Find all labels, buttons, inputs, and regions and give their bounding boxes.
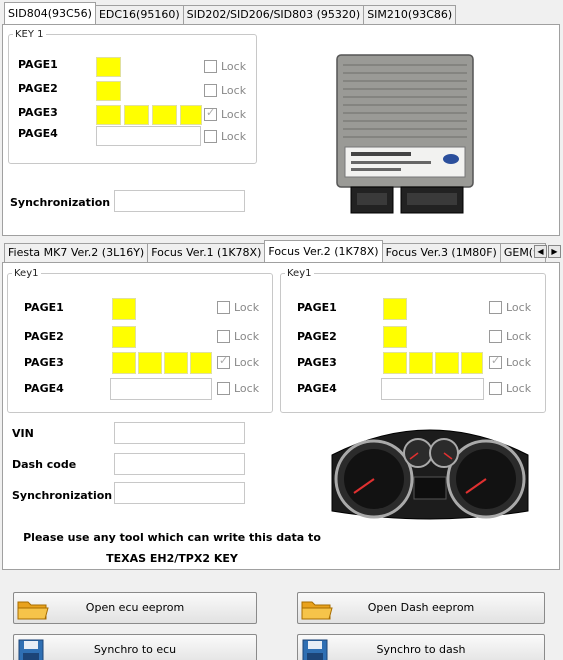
tab-scroll-left-icon[interactable]: ◀ xyxy=(534,245,547,258)
sync-field[interactable] xyxy=(114,190,245,212)
left-page1-byte[interactable] xyxy=(112,298,136,320)
left-page4-label: PAGE4 xyxy=(24,382,64,395)
left-page4-lock-checkbox[interactable] xyxy=(217,382,230,395)
right-page2-lock-checkbox[interactable] xyxy=(489,330,502,343)
dashboard-cluster-image xyxy=(331,429,529,520)
sync-field-2[interactable] xyxy=(114,482,245,504)
page3-label: PAGE3 xyxy=(18,106,58,119)
tab-sim210[interactable]: SIM210(93C86) xyxy=(363,5,457,24)
group-title: KEY 1 xyxy=(15,29,44,40)
open-dash-eeprom-label: Open Dash eeprom xyxy=(367,601,475,614)
tab-focus-v3[interactable]: Focus Ver.3 (1M80F) xyxy=(381,243,501,262)
page4-label: PAGE4 xyxy=(18,127,58,140)
page3-byte-3[interactable] xyxy=(152,105,177,125)
page3-byte-1[interactable] xyxy=(96,105,121,125)
right-page2-lock-label: Lock xyxy=(506,330,532,343)
page3-lock-checkbox[interactable] xyxy=(204,106,217,121)
left-page2-byte[interactable] xyxy=(112,326,136,348)
right-page4-lock-checkbox[interactable] xyxy=(489,382,502,395)
left-page1-lock-label: Lock xyxy=(234,301,260,314)
left-page3-byte-2[interactable] xyxy=(138,352,162,374)
left-page3-byte-4[interactable] xyxy=(190,352,212,374)
left-page3-lock-checkbox[interactable] xyxy=(217,354,230,369)
group-title-right: Key1 xyxy=(287,268,312,279)
right-page1-lock-label: Lock xyxy=(506,301,532,314)
left-page4-field[interactable] xyxy=(110,378,212,400)
left-page2-lock-label: Lock xyxy=(234,330,260,343)
right-page1-lock-checkbox[interactable] xyxy=(489,301,502,314)
page3-byte-4[interactable] xyxy=(180,105,202,125)
left-page4-lock-label: Lock xyxy=(234,382,260,395)
right-page2-label: PAGE2 xyxy=(297,330,337,343)
synchro-to-dash-button[interactable]: Synchro to dash xyxy=(297,634,545,660)
open-dash-eeprom-button[interactable]: Open Dash eeprom xyxy=(297,592,545,624)
synchro-to-ecu-button[interactable]: Synchro to ecu xyxy=(13,634,257,660)
right-page1-byte[interactable] xyxy=(383,298,407,320)
left-page3-byte-1[interactable] xyxy=(112,352,136,374)
page3-lock-label: Lock xyxy=(221,108,247,121)
open-ecu-eeprom-button[interactable]: Open ecu eeprom xyxy=(13,592,257,624)
bottom-tabstrip: Fiesta MK7 Ver.2 (3L16Y) Focus Ver.1 (1K… xyxy=(4,240,546,263)
page1-label: PAGE1 xyxy=(18,58,58,71)
right-page4-label: PAGE4 xyxy=(297,382,337,395)
tab-scroll-right-icon[interactable]: ▶ xyxy=(548,245,561,258)
right-page1-label: PAGE1 xyxy=(297,301,337,314)
page4-lock-label: Lock xyxy=(221,130,247,143)
page1-lock-label: Lock xyxy=(221,60,247,73)
right-page3-byte-2[interactable] xyxy=(409,352,433,374)
left-page1-lock-checkbox[interactable] xyxy=(217,301,230,314)
tab-sid804[interactable]: SID804(93C56) xyxy=(4,2,96,24)
group-title-left: Key1 xyxy=(14,268,39,279)
dash-code-field[interactable] xyxy=(114,453,245,475)
vin-field[interactable] xyxy=(114,422,245,444)
page2-lock-label: Lock xyxy=(221,84,247,97)
open-ecu-eeprom-label: Open ecu eeprom xyxy=(85,601,185,614)
ecu-module-image xyxy=(336,54,474,214)
right-page4-field[interactable] xyxy=(381,378,484,400)
right-page4-lock-label: Lock xyxy=(506,382,532,395)
tab-focus-v2[interactable]: Focus Ver.2 (1K78X) xyxy=(264,240,383,262)
bottom-panel: Key1 PAGE1 Lock PAGE2 Lock PAGE3 Lock PA… xyxy=(2,262,560,570)
left-page3-lock-label: Lock xyxy=(234,356,260,369)
tab-sid202[interactable]: SID202/SID206/SID803 (95320) xyxy=(182,5,365,24)
right-page3-lock-checkbox[interactable] xyxy=(489,354,502,369)
right-page3-byte-4[interactable] xyxy=(461,352,483,374)
note-line-2: TEXAS EH2/TPX2 KEY xyxy=(106,552,238,565)
right-page3-lock-label: Lock xyxy=(506,356,532,369)
left-page2-lock-checkbox[interactable] xyxy=(217,330,230,343)
synchro-to-ecu-label: Synchro to ecu xyxy=(93,643,177,656)
synchro-to-dash-label: Synchro to dash xyxy=(376,643,466,656)
left-page3-label: PAGE3 xyxy=(24,356,64,369)
sync-label-2: Synchronization xyxy=(12,489,113,502)
dash-code-label: Dash code xyxy=(12,458,77,471)
page2-byte[interactable] xyxy=(96,81,121,101)
right-page3-byte-1[interactable] xyxy=(383,352,407,374)
tab-edc16[interactable]: EDC16(95160) xyxy=(94,5,184,24)
left-page3-byte-3[interactable] xyxy=(164,352,188,374)
page1-lock-checkbox[interactable] xyxy=(204,60,217,73)
right-page3-byte-3[interactable] xyxy=(435,352,459,374)
page1-byte[interactable] xyxy=(96,57,121,77)
right-page3-label: PAGE3 xyxy=(297,356,337,369)
note-line-1: Please use any tool which can write this… xyxy=(23,531,321,544)
left-page1-label: PAGE1 xyxy=(24,301,64,314)
top-panel: KEY 1 PAGE1 Lock PAGE2 Lock PAGE3 Lock P… xyxy=(2,24,560,236)
page2-label: PAGE2 xyxy=(18,82,58,95)
left-page2-label: PAGE2 xyxy=(24,330,64,343)
tab-fiesta-mk7[interactable]: Fiesta MK7 Ver.2 (3L16Y) xyxy=(4,243,149,262)
vin-label: VIN xyxy=(12,427,34,440)
page2-lock-checkbox[interactable] xyxy=(204,84,217,97)
sync-label: Synchronization xyxy=(10,196,111,209)
right-page2-byte[interactable] xyxy=(383,326,407,348)
tab-focus-v1[interactable]: Focus Ver.1 (1K78X) xyxy=(147,243,266,262)
page4-lock-checkbox[interactable] xyxy=(204,130,217,143)
top-tabstrip: SID804(93C56) EDC16(95160) SID202/SID206… xyxy=(4,2,457,25)
page4-field[interactable] xyxy=(96,126,201,146)
page3-byte-2[interactable] xyxy=(124,105,149,125)
